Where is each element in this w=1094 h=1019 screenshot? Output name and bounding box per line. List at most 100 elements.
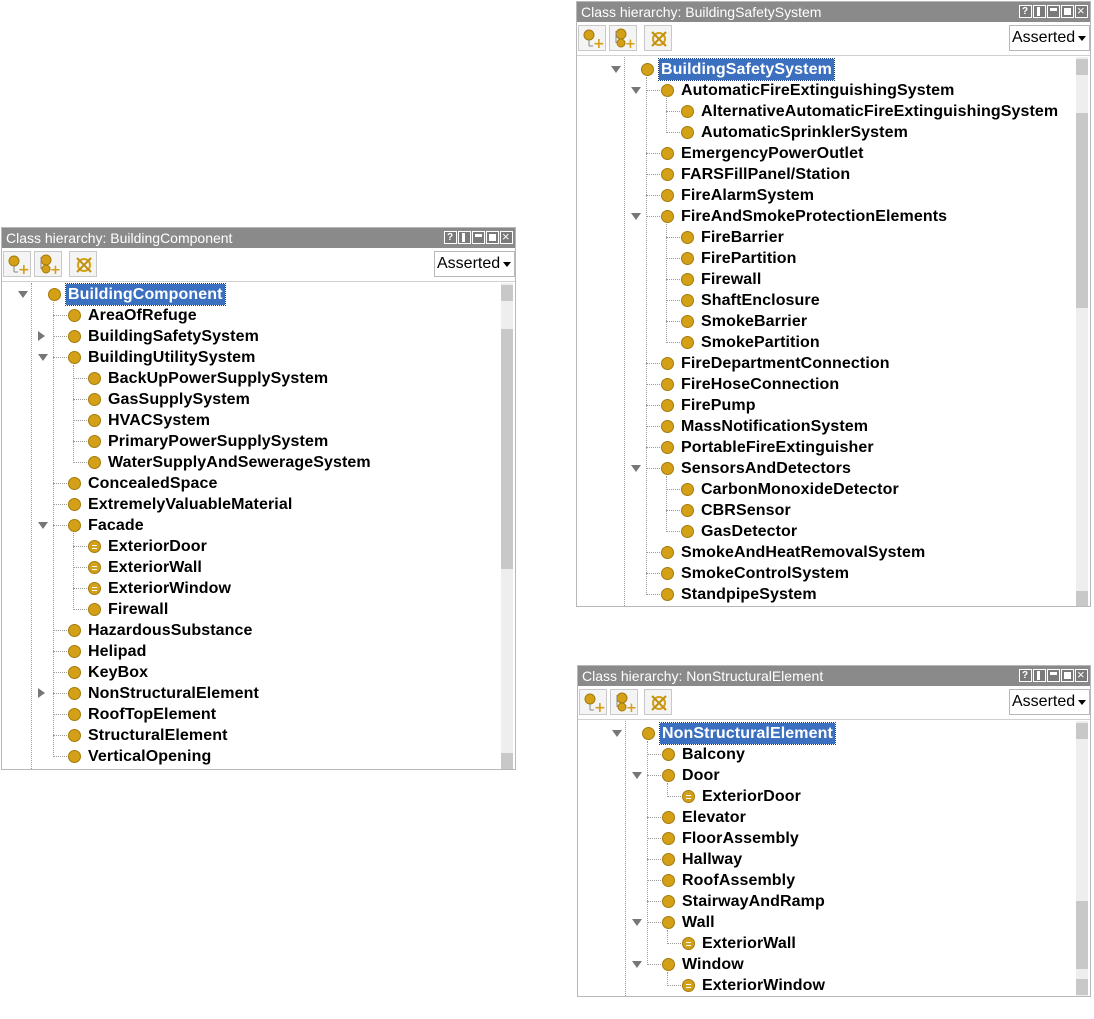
tree-row[interactable]: ExteriorWall [578, 933, 1074, 954]
tree-row[interactable]: AreaOfRefuge [2, 305, 499, 326]
help-icon[interactable] [1019, 2, 1032, 22]
expand-triangle-icon[interactable] [38, 354, 48, 361]
expand-triangle-icon[interactable] [38, 522, 48, 529]
tree-row[interactable]: GasSupplySystem [2, 389, 499, 410]
tree-row[interactable]: ExteriorDoor [578, 786, 1074, 807]
expand-triangle-icon[interactable] [632, 772, 642, 779]
tree-row[interactable]: VerticalOpening [2, 746, 499, 767]
tree-row[interactable]: SensorsAndDetectors [577, 458, 1074, 479]
tree-row[interactable]: BuildingSafetySystem [2, 326, 499, 347]
tree-row[interactable]: Firewall [577, 269, 1074, 290]
tree-row[interactable]: AutomaticFireExtinguishingSystem [577, 80, 1074, 101]
tree-row[interactable]: FireDepartmentConnection [577, 353, 1074, 374]
maximize-icon[interactable] [1061, 5, 1074, 18]
minimize-icon[interactable] [1047, 669, 1060, 682]
tree-row[interactable]: Facade [2, 515, 499, 536]
tree-row[interactable]: FloorAssembly [578, 828, 1074, 849]
tree-row[interactable]: FireAndSmokeProtectionElements [577, 206, 1074, 227]
minimize-icon[interactable] [472, 231, 485, 244]
expand-triangle-icon[interactable] [631, 465, 641, 472]
tree-row[interactable]: BuildingComponent [2, 283, 499, 306]
collapse-triangle-icon[interactable] [38, 688, 45, 698]
scrollbar-thumb[interactable] [1076, 901, 1088, 969]
tree-row[interactable]: FirePump [577, 395, 1074, 416]
split-view-icon[interactable] [1033, 5, 1046, 18]
maximize-icon[interactable] [1061, 669, 1074, 682]
tree-row[interactable]: ConcealedSpace [2, 473, 499, 494]
expand-triangle-icon[interactable] [611, 66, 621, 73]
tree-row[interactable]: HazardousSubstance [2, 620, 499, 641]
expand-triangle-icon[interactable] [612, 730, 622, 737]
minimize-icon[interactable] [1047, 5, 1060, 18]
vertical-scrollbar[interactable] [501, 283, 513, 769]
tree-row[interactable]: ExteriorWall [2, 557, 499, 578]
tree-row[interactable]: ExteriorWindow [578, 975, 1074, 996]
tree-row[interactable]: ShaftEnclosure [577, 290, 1074, 311]
tree-row[interactable]: Window [578, 954, 1074, 975]
expand-triangle-icon[interactable] [631, 213, 641, 220]
split-view-icon[interactable] [1033, 669, 1046, 682]
tree-row[interactable]: KeyBox [2, 662, 499, 683]
tree-row[interactable]: AutomaticSprinklerSystem [577, 122, 1074, 143]
add-subclass-button[interactable]: + [579, 689, 607, 715]
tree-row[interactable]: HVACSystem [2, 410, 499, 431]
tree-row[interactable]: EmergencyPowerOutlet [577, 143, 1074, 164]
tree-row[interactable]: Firewall [2, 599, 499, 620]
asserted-dropdown[interactable]: Asserted [1009, 25, 1090, 51]
help-icon[interactable] [444, 228, 457, 248]
tree-row[interactable]: ExtremelyValuableMaterial [2, 494, 499, 515]
tree-row[interactable]: StructuralElement [2, 725, 499, 746]
add-subclass-button[interactable]: + [3, 251, 31, 277]
tree-row[interactable]: FARSFillPanel/Station [577, 164, 1074, 185]
vertical-scrollbar[interactable] [1076, 57, 1088, 606]
tree-row[interactable]: Hallway [578, 849, 1074, 870]
tree-row[interactable]: NonStructuralElement [578, 722, 1074, 745]
tree-row[interactable]: ExteriorWindow [2, 578, 499, 599]
add-sibling-class-button[interactable]: + [34, 251, 62, 277]
tree-row[interactable]: SmokePartition [577, 332, 1074, 353]
tree-row[interactable]: FireAlarmSystem [577, 185, 1074, 206]
vertical-scrollbar[interactable] [1076, 721, 1088, 996]
help-icon[interactable] [1019, 666, 1032, 686]
tree-row[interactable]: RoofTopElement [2, 704, 499, 725]
close-icon[interactable] [1075, 1, 1088, 21]
tree-row[interactable]: MassNotificationSystem [577, 416, 1074, 437]
tree-row[interactable]: SmokeAndHeatRemovalSystem [577, 542, 1074, 563]
tree-row[interactable]: CBRSensor [577, 500, 1074, 521]
tree-row[interactable]: BackUpPowerSupplySystem [2, 368, 499, 389]
scrollbar-thumb[interactable] [501, 329, 513, 569]
asserted-dropdown[interactable]: Asserted [1009, 689, 1090, 715]
expand-triangle-icon[interactable] [631, 87, 641, 94]
split-view-icon[interactable] [458, 231, 471, 244]
tree-row[interactable]: NonStructuralElement [2, 683, 499, 704]
tree-row[interactable]: WaterSupplyAndSewerageSystem [2, 452, 499, 473]
tree-row[interactable]: Helipad [2, 641, 499, 662]
tree-row[interactable]: PrimaryPowerSupplySystem [2, 431, 499, 452]
add-sibling-class-button[interactable]: + [609, 25, 637, 51]
tree-row[interactable]: StairwayAndRamp [578, 891, 1074, 912]
tree-row[interactable]: CarbonMonoxideDetector [577, 479, 1074, 500]
tree-row[interactable]: PortableFireExtinguisher [577, 437, 1074, 458]
tree-row[interactable]: AlternativeAutomaticFireExtinguishingSys… [577, 101, 1074, 122]
tree-row[interactable]: SmokeBarrier [577, 311, 1074, 332]
add-sibling-class-button[interactable]: + [610, 689, 638, 715]
expand-triangle-icon[interactable] [18, 291, 28, 298]
tree-row[interactable]: GasDetector [577, 521, 1074, 542]
tree-row[interactable]: FireBarrier [577, 227, 1074, 248]
expand-triangle-icon[interactable] [632, 919, 642, 926]
tree-row[interactable]: BuildingUtilitySystem [2, 347, 499, 368]
tree-row[interactable]: ExteriorDoor [2, 536, 499, 557]
close-icon[interactable] [500, 227, 513, 247]
tree-row[interactable]: Door [578, 765, 1074, 786]
close-icon[interactable] [1075, 665, 1088, 685]
delete-class-button[interactable] [644, 25, 672, 51]
tree-row[interactable]: SmokeControlSystem [577, 563, 1074, 584]
maximize-icon[interactable] [486, 231, 499, 244]
tree-row[interactable]: Balcony [578, 744, 1074, 765]
tree-row[interactable]: StandpipeSystem [577, 584, 1074, 605]
delete-class-button[interactable] [69, 251, 97, 277]
tree-row[interactable]: BuildingSafetySystem [577, 58, 1074, 81]
add-subclass-button[interactable]: + [578, 25, 606, 51]
collapse-triangle-icon[interactable] [38, 331, 45, 341]
expand-triangle-icon[interactable] [632, 961, 642, 968]
